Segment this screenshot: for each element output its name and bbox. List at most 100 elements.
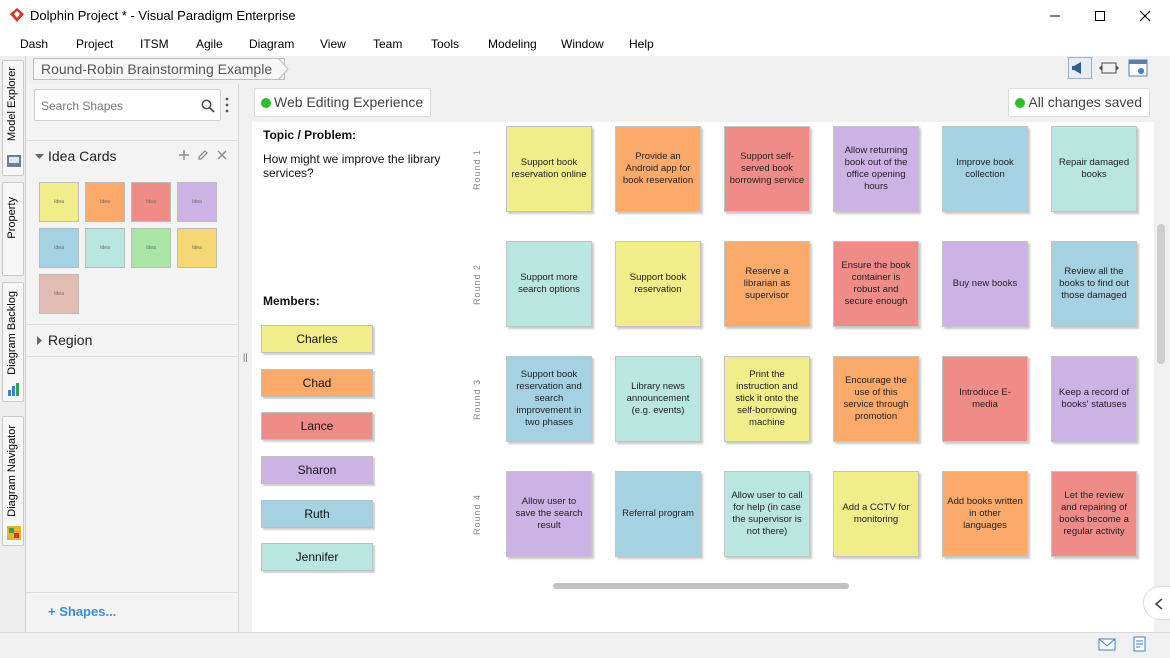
idea-card-swatch-red[interactable]: Idea xyxy=(131,182,171,222)
swatch-label: Idea xyxy=(192,199,202,205)
menu-dash[interactable]: Dash xyxy=(20,37,48,51)
menu-modeling[interactable]: Modeling xyxy=(488,37,537,51)
status-bar xyxy=(0,632,1170,658)
more-shapes-link[interactable]: + Shapes... xyxy=(48,604,116,619)
minimize-icon xyxy=(1050,15,1060,17)
status-dot-icon xyxy=(261,98,271,108)
idea-card-swatch-purple[interactable]: Idea xyxy=(177,182,217,222)
idea-card[interactable]: Keep a record of books' statuses xyxy=(1051,356,1137,442)
document-edit-icon[interactable] xyxy=(1131,636,1149,652)
idea-card[interactable]: Introduce E-media xyxy=(942,356,1028,442)
mail-icon[interactable] xyxy=(1098,636,1116,652)
menu-team[interactable]: Team xyxy=(373,37,402,51)
idea-card[interactable]: Referral program xyxy=(615,471,701,557)
idea-card-swatch-orange[interactable]: Idea xyxy=(85,182,125,222)
close-icon xyxy=(1139,10,1151,22)
web-editing-badge[interactable]: Web Editing Experience xyxy=(254,88,432,117)
idea-card-swatch-green[interactable]: Idea xyxy=(131,228,171,268)
minimize-button[interactable] xyxy=(1032,0,1078,32)
menu-view[interactable]: View xyxy=(320,37,346,51)
tab-diagram-backlog-label: Diagram Backlog xyxy=(6,291,18,375)
member-card[interactable]: Lance xyxy=(261,412,373,440)
idea-card[interactable]: Encourage the use of this service throug… xyxy=(833,356,919,442)
idea-card[interactable]: Add books written in other languages xyxy=(942,471,1028,557)
member-card[interactable]: Chad xyxy=(261,369,373,397)
idea-card[interactable]: Allow returning book out of the office o… xyxy=(833,126,919,212)
tab-diagram-backlog[interactable]: Diagram Backlog xyxy=(2,282,24,402)
idea-card-swatch-yellow[interactable]: Idea xyxy=(39,182,79,222)
save-status-badge: All changes saved xyxy=(1008,88,1150,117)
chevron-down-icon xyxy=(35,154,44,159)
horizontal-scrollbar-thumb[interactable] xyxy=(553,583,849,589)
member-card[interactable]: Jennifer xyxy=(261,543,373,571)
tab-model-explorer[interactable]: Model Explorer xyxy=(2,60,24,176)
diagram-canvas[interactable]: Topic / Problem: How might we improve th… xyxy=(252,122,1154,592)
breadcrumb-arrow-icon xyxy=(278,58,289,80)
idea-card[interactable]: Support book reservation xyxy=(615,241,701,327)
round-label: Round 1 xyxy=(472,148,482,190)
menu-project[interactable]: Project xyxy=(76,37,113,51)
idea-card[interactable]: Support book reservation online xyxy=(506,126,592,212)
topic-text[interactable]: How might we improve the library service… xyxy=(263,152,463,180)
idea-card[interactable]: Library news announcement (e.g. events) xyxy=(615,356,701,442)
canvas-bottom-area xyxy=(252,592,1154,632)
search-icon[interactable] xyxy=(201,99,215,113)
more-options-icon[interactable] xyxy=(224,97,230,113)
menu-window[interactable]: Window xyxy=(561,37,604,51)
tab-diagram-navigator[interactable]: Diagram Navigator xyxy=(2,416,24,546)
idea-card[interactable]: Allow user to call for help (in case the… xyxy=(724,471,810,557)
idea-card[interactable]: Ensure the book container is robust and … xyxy=(833,241,919,327)
member-card[interactable]: Charles xyxy=(261,325,373,353)
status-dot-icon xyxy=(1015,98,1026,108)
diagram-settings-icon[interactable] xyxy=(1126,57,1150,79)
idea-cards-section-header[interactable]: Idea Cards xyxy=(26,140,239,170)
tab-diagram-navigator-label: Diagram Navigator xyxy=(6,425,18,517)
remove-icon[interactable] xyxy=(216,149,228,161)
swatch-label: Idea xyxy=(100,199,110,205)
splitter-grip-icon: || xyxy=(243,352,248,362)
idea-card[interactable]: Support more search options xyxy=(506,241,592,327)
region-section-header[interactable]: Region xyxy=(26,324,239,354)
idea-card-swatch-teal[interactable]: Idea xyxy=(85,228,125,268)
round-label: Round 4 xyxy=(472,493,482,535)
search-shapes-input[interactable] xyxy=(41,97,191,115)
region-divider xyxy=(26,356,239,357)
idea-card-swatch-brown[interactable]: Idea xyxy=(39,274,79,314)
idea-card[interactable]: Add a CCTV for monitoring xyxy=(833,471,919,557)
members-label: Members: xyxy=(263,294,320,308)
add-icon[interactable] xyxy=(178,149,190,161)
idea-card[interactable]: Reserve a librarian as supervisor xyxy=(724,241,810,327)
idea-card[interactable]: Print the instruction and stick it onto … xyxy=(724,356,810,442)
idea-card[interactable]: Provide an Android app for book reservat… xyxy=(615,126,701,212)
menu-help[interactable]: Help xyxy=(629,37,654,51)
close-button[interactable] xyxy=(1122,0,1168,32)
announcement-icon[interactable] xyxy=(1068,57,1092,79)
idea-card[interactable]: Repair damaged books xyxy=(1051,126,1137,212)
tab-property[interactable]: Property xyxy=(2,182,24,276)
menu-diagram[interactable]: Diagram xyxy=(249,37,294,51)
panel-splitter[interactable]: || xyxy=(240,84,252,632)
idea-card[interactable]: Let the review and repairing of books be… xyxy=(1051,471,1137,557)
member-card[interactable]: Sharon xyxy=(261,456,373,484)
collapse-panel-button[interactable] xyxy=(1143,586,1170,620)
idea-card[interactable]: Improve book collection xyxy=(942,126,1028,212)
fit-diagram-icon[interactable] xyxy=(1097,57,1121,79)
tab-property-label: Property xyxy=(6,197,18,239)
menu-tools[interactable]: Tools xyxy=(431,37,459,51)
idea-card[interactable]: Review all the books to find out those d… xyxy=(1051,241,1137,327)
menu-agile[interactable]: Agile xyxy=(196,37,223,51)
edit-icon[interactable] xyxy=(197,149,209,161)
idea-card-swatch-blue[interactable]: Idea xyxy=(39,228,79,268)
idea-card-swatch-gold[interactable]: Idea xyxy=(177,228,217,268)
idea-card[interactable]: Support book reservation and search impr… xyxy=(506,356,592,442)
shapes-panel: Idea Cards Idea Idea Idea Idea Idea Idea… xyxy=(26,84,239,632)
idea-card[interactable]: Allow user to save the search result xyxy=(506,471,592,557)
idea-card[interactable]: Buy new books xyxy=(942,241,1028,327)
vertical-scrollbar-thumb[interactable] xyxy=(1157,224,1165,364)
idea-card[interactable]: Support self-served book borrowing servi… xyxy=(724,126,810,212)
web-editing-label: Web Editing Experience xyxy=(274,94,424,110)
menu-itsm[interactable]: ITSM xyxy=(140,37,169,51)
breadcrumb[interactable]: Round-Robin Brainstorming Example xyxy=(33,58,286,80)
maximize-button[interactable] xyxy=(1077,0,1123,32)
member-card[interactable]: Ruth xyxy=(261,500,373,528)
